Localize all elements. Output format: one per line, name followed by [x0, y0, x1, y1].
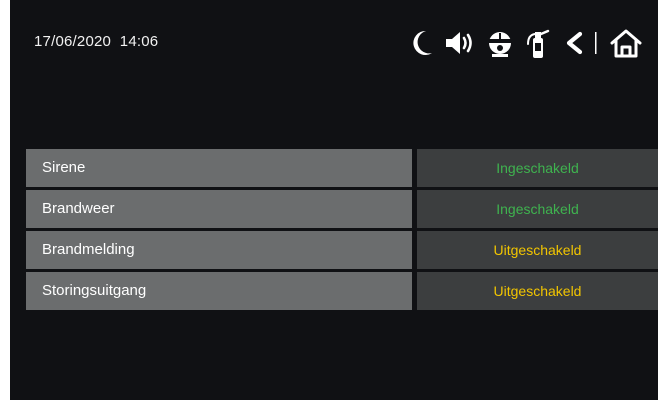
fire-extinguisher-icon[interactable]	[524, 26, 550, 60]
setting-row-brandmelding[interactable]: Brandmelding Uitgeschakeld	[26, 231, 658, 269]
setting-row-sirene[interactable]: Sirene Ingeschakeld	[26, 149, 658, 187]
moon-icon[interactable]	[410, 26, 436, 60]
setting-label: Sirene	[26, 149, 412, 187]
alarm-panel-screen: 17/06/2020 14:06 Sirene Ingeschakeld Bra…	[10, 0, 658, 400]
speaker-icon[interactable]	[443, 26, 477, 60]
home-icon[interactable]	[608, 26, 644, 60]
icon-divider	[593, 26, 599, 60]
back-chevron-icon[interactable]	[560, 26, 586, 60]
setting-value-toggle[interactable]: Ingeschakeld	[417, 190, 658, 228]
setting-row-brandweer[interactable]: Brandweer Ingeschakeld	[26, 190, 658, 228]
setting-value-toggle[interactable]: Uitgeschakeld	[417, 231, 658, 269]
setting-value-toggle[interactable]: Uitgeschakeld	[417, 272, 658, 310]
firefighter-helmet-icon[interactable]	[485, 26, 515, 60]
setting-label: Storingsuitgang	[26, 272, 412, 310]
setting-row-storingsuitgang[interactable]: Storingsuitgang Uitgeschakeld	[26, 272, 658, 310]
setting-label: Brandweer	[26, 190, 412, 228]
setting-value-toggle[interactable]: Ingeschakeld	[417, 149, 658, 187]
setting-label: Brandmelding	[26, 231, 412, 269]
settings-list: Sirene Ingeschakeld Brandweer Ingeschake…	[26, 149, 658, 313]
datetime-display: 17/06/2020 14:06	[34, 33, 159, 50]
